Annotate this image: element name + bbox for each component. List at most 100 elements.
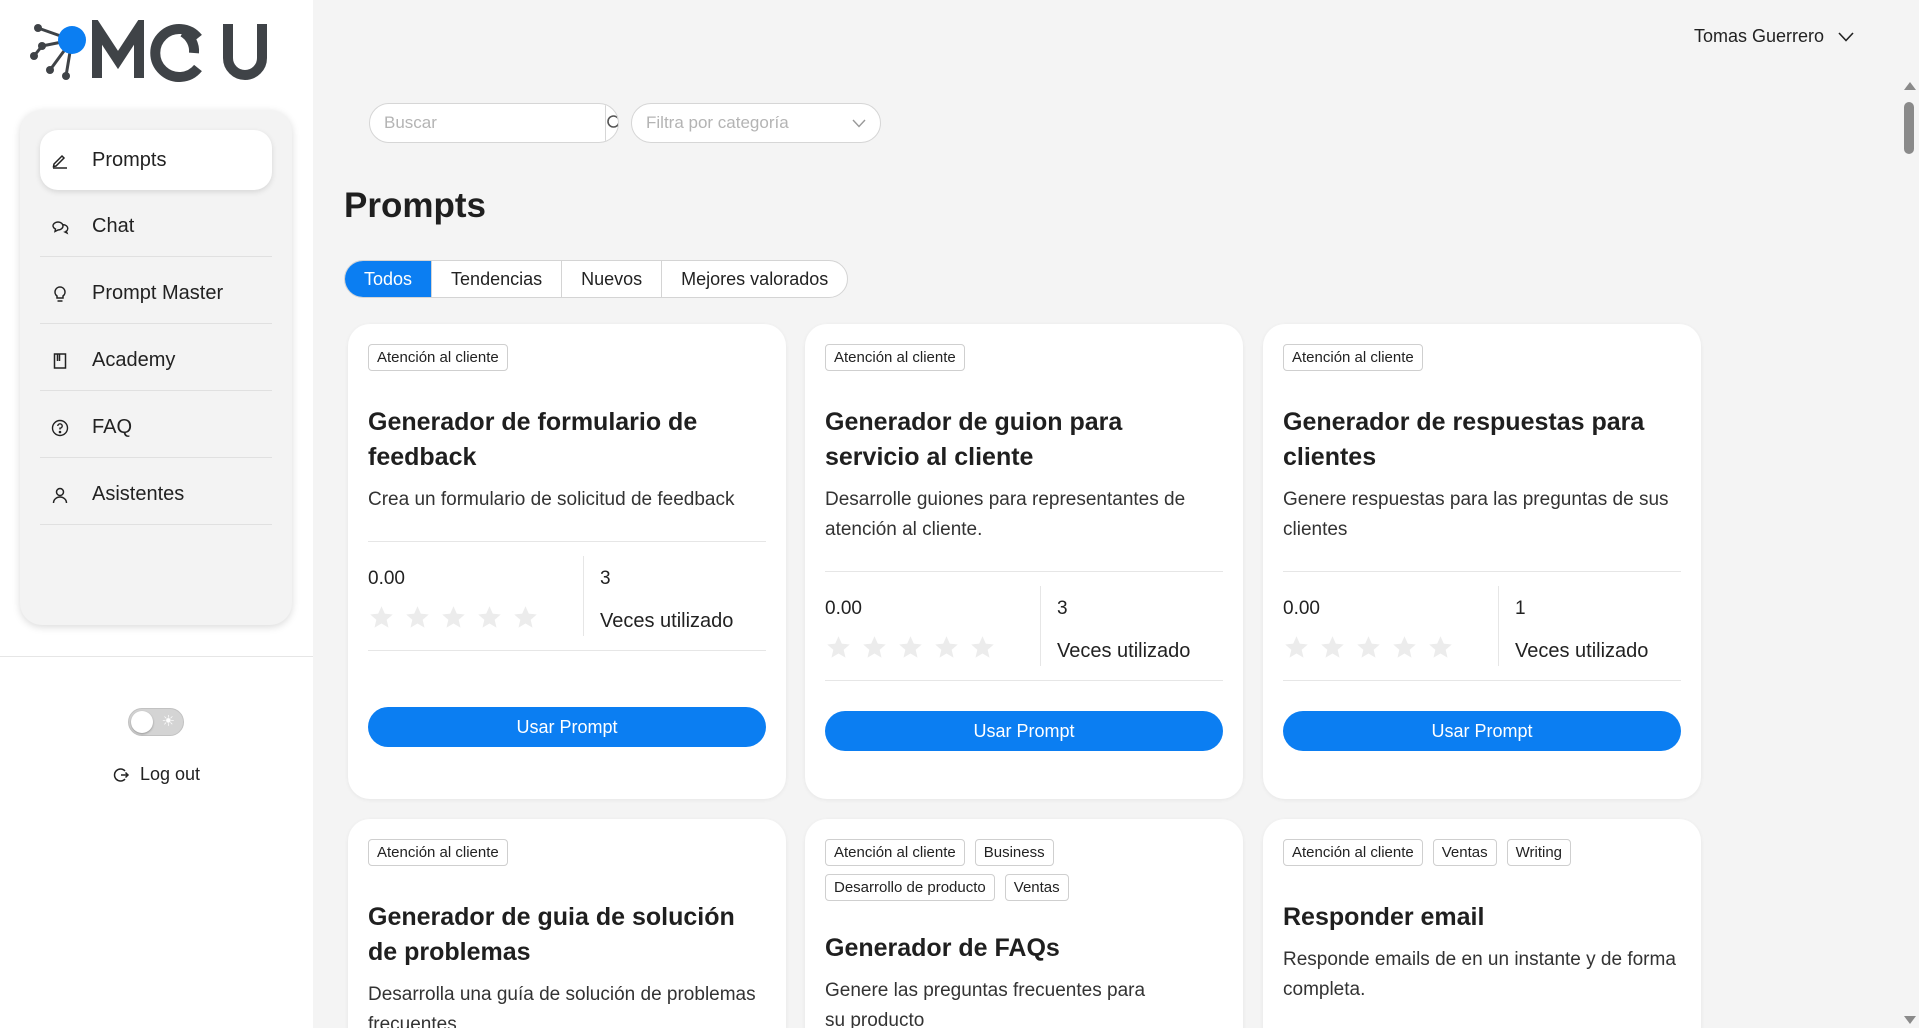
star-icon <box>935 636 958 658</box>
book-icon <box>50 351 70 371</box>
star-rating[interactable] <box>1283 634 1498 661</box>
card-title: Generador de FAQs <box>825 934 1060 962</box>
category-tag[interactable]: Atención al cliente <box>825 344 965 371</box>
tag-list: Atención al cliente <box>825 344 1223 371</box>
prompt-tabs: Todos Tendencias Nuevos Mejores valorado… <box>344 260 849 298</box>
category-tag[interactable]: Writing <box>1506 839 1572 866</box>
card-description: Responde emails de en un instante y de f… <box>1283 949 1676 1000</box>
sidebar-item-label: Academy <box>92 349 176 371</box>
star-icon <box>406 606 429 628</box>
tab-mejores-valorados[interactable]: Mejores valorados <box>661 261 847 297</box>
category-select[interactable]: Filtra por categoría <box>631 103 881 143</box>
star-icon <box>863 636 886 658</box>
prompt-card: Atención al cliente Generador de guia de… <box>348 819 786 1028</box>
rating-block: 0.00 <box>825 586 1041 666</box>
category-tag[interactable]: Atención al cliente <box>1283 344 1423 371</box>
star-icon <box>899 636 922 658</box>
tab-todos[interactable]: Todos <box>345 261 432 297</box>
uses-label: Veces utilizado <box>1057 640 1191 662</box>
user-menu[interactable]: Tomas Guerrero <box>1694 26 1854 47</box>
star-icon <box>478 606 501 628</box>
card-title: Generador de guia de solución de problem… <box>368 903 735 966</box>
sidebar-item-chat[interactable]: Chat <box>40 197 272 257</box>
category-select-placeholder: Filtra por categoría <box>646 113 789 132</box>
use-prompt-button[interactable]: Usar Prompt <box>825 711 1223 751</box>
sidebar-item-label: FAQ <box>92 416 133 438</box>
rating-value: 0.00 <box>825 598 862 619</box>
toggle-knob <box>131 711 153 733</box>
uses-block: 3 Veces utilizado <box>584 556 733 636</box>
prompt-card: Atención al cliente Generador de respues… <box>1263 324 1701 799</box>
star-rating[interactable] <box>825 634 1040 661</box>
category-tag[interactable]: Atención al cliente <box>368 344 508 371</box>
card-title: Generador de respuestas para clientes <box>1283 408 1645 471</box>
category-tag[interactable]: Ventas <box>1004 874 1069 901</box>
star-icon <box>1357 636 1380 658</box>
uses-count: 3 <box>1057 598 1068 619</box>
sidebar-item-prompt-master[interactable]: Prompt Master <box>40 264 272 324</box>
sidebar-item-faq[interactable]: FAQ <box>40 398 272 458</box>
user-name: Tomas Guerrero <box>1694 26 1825 46</box>
uses-label: Veces utilizado <box>600 610 734 632</box>
search-input[interactable] <box>370 104 605 142</box>
card-stats: 0.00 3 Veces utilizado <box>825 571 1223 681</box>
uses-count: 3 <box>600 568 611 589</box>
star-icon <box>971 636 994 658</box>
card-description: Desarrolla una guía de solución de probl… <box>368 984 756 1028</box>
theme-toggle[interactable]: ☀ <box>128 708 184 736</box>
use-prompt-button[interactable]: Usar Prompt <box>1283 711 1681 751</box>
search-icon <box>607 115 618 128</box>
category-tag[interactable]: Business <box>974 839 1054 866</box>
sidebar-item-asistentes[interactable]: Asistentes <box>40 465 272 525</box>
sidebar-item-prompts[interactable]: Prompts <box>40 130 272 190</box>
card-description: Desarrolle guiones para representantes d… <box>825 489 1186 540</box>
pencil-icon <box>50 150 70 170</box>
prompt-card: Atención al cliente Generador de formula… <box>348 324 786 799</box>
star-icon <box>1429 636 1452 658</box>
rating-block: 0.00 <box>368 556 584 636</box>
chevron-down-icon <box>1838 31 1854 42</box>
page-scrollbar[interactable] <box>1902 82 1917 1028</box>
sidebar-item-academy[interactable]: Academy <box>40 331 272 391</box>
chat-bubbles-icon <box>50 217 70 237</box>
star-icon <box>1285 636 1308 658</box>
sidebar-nav: Prompts Chat Prompt Master Academy FAQ A… <box>20 110 292 625</box>
scroll-down-arrow-icon[interactable] <box>1904 1016 1916 1024</box>
uses-block: 1 Veces utilizado <box>1499 586 1648 666</box>
prompt-card: Atención al cliente Generador de guion p… <box>805 324 1243 799</box>
uses-label: Veces utilizado <box>1515 640 1649 662</box>
rating-value: 0.00 <box>368 568 405 589</box>
logout-label: Log out <box>140 764 201 784</box>
card-title: Generador de guion para servicio al clie… <box>825 408 1123 471</box>
scroll-up-arrow-icon[interactable] <box>1904 82 1916 90</box>
mou-logo[interactable] <box>28 20 288 82</box>
sun-icon: ☀ <box>161 713 175 730</box>
card-stats: 0.00 1 Veces utilizado <box>1283 571 1681 681</box>
tag-list: Atención al cliente <box>1283 344 1681 371</box>
card-title: Responder email <box>1283 903 1485 931</box>
sidebar-divider <box>0 656 313 657</box>
tag-list: Atención al cliente <box>368 839 766 866</box>
sidebar-item-label: Chat <box>92 215 135 237</box>
tab-nuevos[interactable]: Nuevos <box>561 261 661 297</box>
use-prompt-button[interactable]: Usar Prompt <box>368 707 766 747</box>
card-description: Crea un formulario de solicitud de feedb… <box>368 489 735 510</box>
uses-block: 3 Veces utilizado <box>1041 586 1190 666</box>
category-tag[interactable]: Ventas <box>1432 839 1497 866</box>
logout-icon <box>113 767 130 782</box>
tab-tendencias[interactable]: Tendencias <box>431 261 561 297</box>
prompt-card: Atención al cliente Ventas Writing Respo… <box>1263 819 1701 1028</box>
search-button[interactable] <box>605 104 618 142</box>
scroll-thumb[interactable] <box>1904 102 1914 154</box>
star-icon <box>370 606 393 628</box>
card-description: Genere las preguntas frecuentes para su … <box>825 980 1146 1028</box>
category-tag[interactable]: Atención al cliente <box>368 839 508 866</box>
uses-count: 1 <box>1515 598 1526 619</box>
tag-list: Atención al cliente Business Desarrollo … <box>825 839 1223 901</box>
star-rating[interactable] <box>368 604 583 631</box>
logout-button[interactable]: Log out <box>112 764 200 785</box>
category-tag[interactable]: Atención al cliente <box>825 839 965 866</box>
category-tag[interactable]: Atención al cliente <box>1283 839 1423 866</box>
sidebar: Prompts Chat Prompt Master Academy FAQ A… <box>0 0 313 1028</box>
category-tag[interactable]: Desarrollo de producto <box>825 874 995 901</box>
